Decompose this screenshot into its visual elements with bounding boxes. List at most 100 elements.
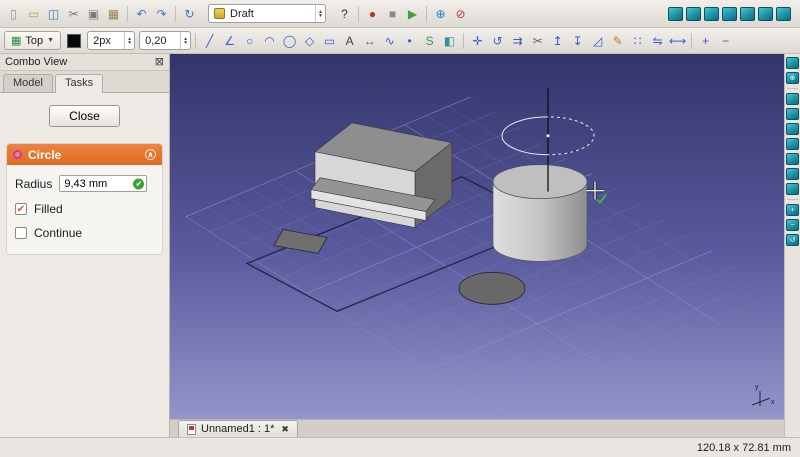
draft-rectangle-icon[interactable]: ▭ <box>320 31 339 50</box>
combo-spin-arrows[interactable]: ▲▼ <box>315 5 325 22</box>
draft-array-icon[interactable]: ∷ <box>628 31 647 50</box>
draft-facebinder-icon[interactable]: ◧ <box>440 31 459 50</box>
spin-arrows[interactable]: ▲▼ <box>124 32 134 49</box>
refresh-icon[interactable]: ↻ <box>180 4 199 23</box>
tab-close-icon[interactable]: ✖ <box>281 424 289 435</box>
cylinder-solid[interactable] <box>493 165 587 262</box>
view-left-icon[interactable] <box>786 183 799 195</box>
draft-upgrade-icon[interactable]: ↥ <box>548 31 567 50</box>
filled-checkbox[interactable] <box>15 203 27 215</box>
viewport-canvas: y x <box>170 54 784 419</box>
valid-check-icon: ✔ <box>133 178 144 189</box>
zoom-in-icon[interactable]: + <box>786 204 799 216</box>
draft-dimension-icon[interactable]: ↔ <box>360 31 379 50</box>
tasks-panel-body: Close Circle ∧ Radius ✔ <box>0 93 169 437</box>
toolbar-separator <box>175 6 176 22</box>
collapse-chevron-icon[interactable]: ∧ <box>145 149 156 160</box>
line-width-value: 2px <box>93 35 120 47</box>
macro-record-icon[interactable]: ● <box>363 4 382 23</box>
view-left-icon[interactable] <box>776 7 791 21</box>
cut-icon[interactable]: ✂ <box>64 4 83 23</box>
draft-shapestring-icon[interactable]: S <box>420 31 439 50</box>
dimensions-readout: 120.18 x 72.81 mm <box>697 442 791 454</box>
view-front-icon[interactable] <box>786 108 799 120</box>
draft-polygon-icon[interactable]: ◇ <box>300 31 319 50</box>
toolbar-separator <box>787 88 798 89</box>
open-document-icon[interactable]: ▭ <box>24 4 43 23</box>
tab-tasks[interactable]: Tasks <box>55 74 103 93</box>
spin-arrows[interactable]: ▲▼ <box>180 32 190 49</box>
view-rear-icon[interactable] <box>786 153 799 165</box>
draft-mirror-icon[interactable]: ⇋ <box>648 31 667 50</box>
draft-rotate-icon[interactable]: ↺ <box>488 31 507 50</box>
file-toolbar-group: ▯▭◫✂▣▦ ↶↷ ↻ <box>4 4 199 23</box>
draft-point-icon[interactable]: • <box>400 31 419 50</box>
view-right-icon[interactable] <box>722 7 737 21</box>
standard-toolbar: ▯▭◫✂▣▦ ↶↷ ↻ Draft ▲▼ ? ●■▶ ⊕⊘ <box>0 0 800 28</box>
view-toolbar-right: ⊕ + − ↺ <box>784 54 800 437</box>
circle-task-header[interactable]: Circle ∧ <box>7 144 162 165</box>
save-icon[interactable]: ◫ <box>44 4 63 23</box>
working-plane-icon: ▦ <box>11 34 21 47</box>
document-tab[interactable]: Unnamed1 : 1* ✖ <box>178 420 298 437</box>
redo-icon[interactable]: ↷ <box>152 4 171 23</box>
draft-scale-icon[interactable]: ◿ <box>588 31 607 50</box>
draft-circle-icon[interactable]: ○ <box>240 31 259 50</box>
macro-stop-icon[interactable]: ■ <box>383 4 402 23</box>
zoom-fit-icon[interactable]: ⊕ <box>431 4 450 23</box>
view-top-icon[interactable] <box>786 123 799 135</box>
draft-ellipse-icon[interactable]: ◯ <box>280 31 299 50</box>
macro-run-icon[interactable]: ▶ <box>403 4 422 23</box>
draft-arc-icon[interactable]: ◠ <box>260 31 279 50</box>
view-rear-icon[interactable] <box>740 7 755 21</box>
draft-remove-point-icon[interactable]: − <box>716 31 735 50</box>
radius-row: Radius ✔ <box>15 175 154 192</box>
workbench-selector[interactable]: Draft ▲▼ <box>208 4 326 23</box>
line-color-swatch[interactable] <box>67 34 81 48</box>
main-area: Combo View ⊠ Model Tasks Close Circle ∧ <box>0 54 800 437</box>
draft-stretch-icon[interactable]: ⟷ <box>668 31 687 50</box>
scale-spinbox[interactable]: 0,20 ▲▼ <box>139 31 191 50</box>
draft-text-icon[interactable]: A <box>340 31 359 50</box>
toolbar-separator <box>426 6 427 22</box>
draft-bspline-icon[interactable]: ∿ <box>380 31 399 50</box>
draft-edit-icon[interactable]: ✎ <box>608 31 627 50</box>
circle-task-box: Circle ∧ Radius ✔ Fil <box>6 143 163 255</box>
undo-icon[interactable]: ↶ <box>132 4 151 23</box>
copy-icon[interactable]: ▣ <box>84 4 103 23</box>
draft-add-point-icon[interactable]: + <box>696 31 715 50</box>
working-plane-button[interactable]: ▦ Top ▼ <box>4 31 61 50</box>
new-document-icon[interactable]: ▯ <box>4 4 23 23</box>
draft-polyline-icon[interactable]: ∠ <box>220 31 239 50</box>
document-icon <box>187 424 196 435</box>
zoom-out-icon[interactable]: − <box>786 219 799 231</box>
filled-circle[interactable] <box>459 272 525 304</box>
line-width-selector[interactable]: 2px ▲▼ <box>87 31 135 50</box>
draft-downgrade-icon[interactable]: ↧ <box>568 31 587 50</box>
chevron-down-icon: ▼ <box>47 37 54 44</box>
draft-line-icon[interactable]: ╱ <box>200 31 219 50</box>
continue-checkbox[interactable] <box>15 227 27 239</box>
view-top-icon[interactable] <box>704 7 719 21</box>
view-axonometric-icon[interactable] <box>786 93 799 105</box>
standard-views-group <box>667 7 792 21</box>
draft-trimex-icon[interactable]: ✂ <box>528 31 547 50</box>
draft-offset-icon[interactable]: ⇉ <box>508 31 527 50</box>
tab-model[interactable]: Model <box>3 74 53 92</box>
panel-close-icon[interactable]: ⊠ <box>155 57 164 68</box>
rotate-view-icon[interactable]: ↺ <box>786 234 799 246</box>
close-task-button[interactable]: Close <box>49 105 120 127</box>
view-isometric-icon[interactable] <box>668 7 683 21</box>
view-bottom-icon[interactable] <box>786 168 799 180</box>
nav-cube-icon[interactable] <box>786 57 799 69</box>
3d-viewport[interactable]: y x <box>170 54 784 419</box>
view-front-icon[interactable] <box>686 7 701 21</box>
draw-style-icon[interactable]: ⊘ <box>451 4 470 23</box>
view-fit-icon[interactable]: ⊕ <box>786 72 799 84</box>
view-right-icon[interactable] <box>786 138 799 150</box>
scale-value: 0,20 <box>145 35 176 47</box>
whatsthis-icon[interactable]: ? <box>335 4 354 23</box>
draft-move-icon[interactable]: ✛ <box>468 31 487 50</box>
paste-icon[interactable]: ▦ <box>104 4 123 23</box>
view-bottom-icon[interactable] <box>758 7 773 21</box>
